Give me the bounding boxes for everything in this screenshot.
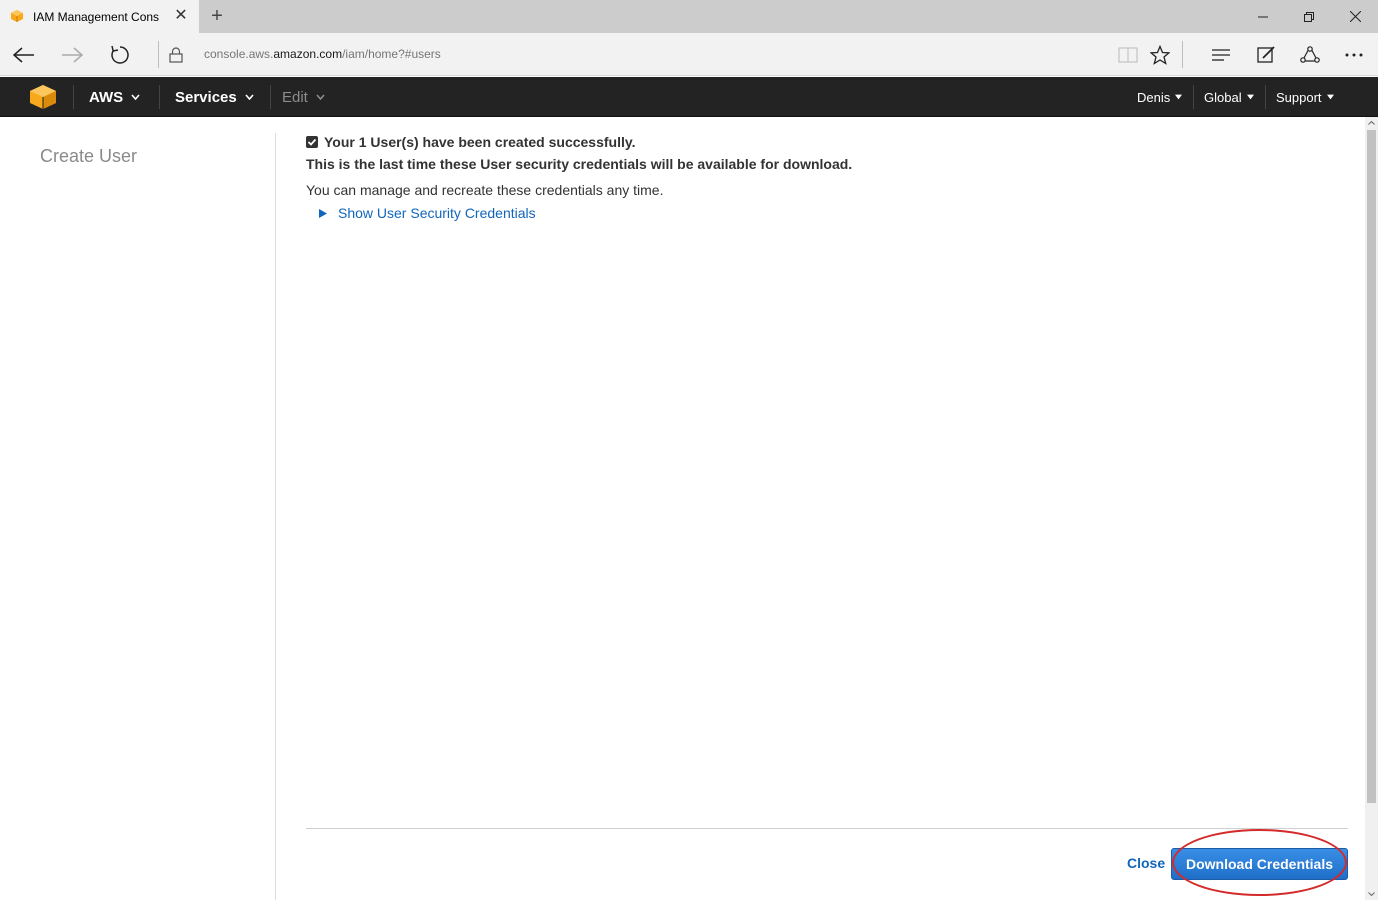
nav-divider bbox=[159, 85, 160, 109]
favorite-star-icon[interactable] bbox=[1138, 33, 1182, 76]
page-scrollbar[interactable] bbox=[1365, 117, 1378, 900]
chevron-down-icon bbox=[316, 94, 325, 100]
aws-console-nav: AWS Services Edit Denis Global Support bbox=[0, 77, 1378, 117]
aws-box-icon bbox=[11, 10, 23, 22]
share-icon[interactable] bbox=[1288, 33, 1332, 76]
address-bar: console.aws.amazon.com/iam/home?#users bbox=[0, 33, 1378, 76]
lock-icon[interactable] bbox=[152, 33, 200, 76]
restore-icon[interactable] bbox=[1286, 0, 1332, 33]
forward-icon[interactable] bbox=[48, 33, 96, 76]
nav-divider bbox=[1193, 85, 1194, 109]
sidebar-title: Create User bbox=[40, 146, 138, 166]
nav-region-menu[interactable]: Global bbox=[1204, 77, 1254, 117]
sidebar-divider bbox=[275, 133, 276, 900]
checkbox-checked-icon bbox=[306, 136, 318, 148]
close-link[interactable]: Close bbox=[1127, 855, 1165, 871]
chevron-down-icon bbox=[1326, 94, 1334, 100]
credentials-info: You can manage and recreate these creden… bbox=[306, 182, 664, 198]
hub-icon[interactable] bbox=[1199, 33, 1243, 76]
nav-edit-menu[interactable]: Edit bbox=[282, 77, 325, 117]
download-credentials-button[interactable]: Download Credentials bbox=[1171, 848, 1348, 880]
chevron-down-icon bbox=[245, 94, 254, 100]
nav-divider bbox=[73, 85, 74, 109]
refresh-icon[interactable] bbox=[96, 33, 144, 76]
chevron-down-icon bbox=[1246, 94, 1254, 100]
show-credentials-link[interactable]: Show User Security Credentials bbox=[338, 205, 536, 221]
minimize-icon[interactable] bbox=[1240, 0, 1286, 33]
credentials-warning: This is the last time these User securit… bbox=[306, 156, 853, 172]
footer-divider bbox=[306, 828, 1348, 829]
nav-aws-menu[interactable]: AWS bbox=[89, 77, 140, 117]
expand-triangle-icon bbox=[319, 208, 327, 218]
nav-divider bbox=[1265, 85, 1266, 109]
scroll-up-icon[interactable] bbox=[1365, 117, 1378, 129]
back-icon[interactable] bbox=[0, 33, 48, 76]
nav-support-menu[interactable]: Support bbox=[1276, 77, 1334, 117]
scroll-down-icon[interactable] bbox=[1365, 888, 1378, 900]
more-options-icon[interactable] bbox=[1332, 33, 1376, 76]
browser-tab[interactable]: IAM Management Cons ✕ bbox=[0, 0, 199, 33]
nav-services-menu[interactable]: Services bbox=[175, 77, 254, 117]
chevron-down-icon bbox=[1175, 94, 1183, 100]
aws-cube-logo-icon[interactable] bbox=[28, 84, 58, 110]
toolbar-separator bbox=[1182, 41, 1183, 68]
url-field[interactable]: console.aws.amazon.com/iam/home?#users bbox=[204, 47, 441, 61]
show-credentials-toggle[interactable]: Show User Security Credentials bbox=[319, 205, 536, 221]
chevron-down-icon bbox=[131, 94, 140, 100]
browser-tab-strip: IAM Management Cons ✕ + bbox=[0, 0, 1378, 33]
nav-divider bbox=[270, 85, 271, 109]
success-text: Your 1 User(s) have been created success… bbox=[324, 134, 636, 150]
new-tab-icon[interactable]: + bbox=[206, 6, 228, 28]
scroll-thumb[interactable] bbox=[1367, 130, 1376, 803]
tab-close-icon[interactable]: ✕ bbox=[172, 7, 190, 25]
window-close-icon[interactable] bbox=[1332, 0, 1378, 33]
success-message: Your 1 User(s) have been created success… bbox=[306, 134, 636, 150]
web-note-icon[interactable] bbox=[1244, 33, 1288, 76]
nav-account-menu[interactable]: Denis bbox=[1137, 77, 1183, 117]
tab-title: IAM Management Cons bbox=[33, 10, 160, 24]
